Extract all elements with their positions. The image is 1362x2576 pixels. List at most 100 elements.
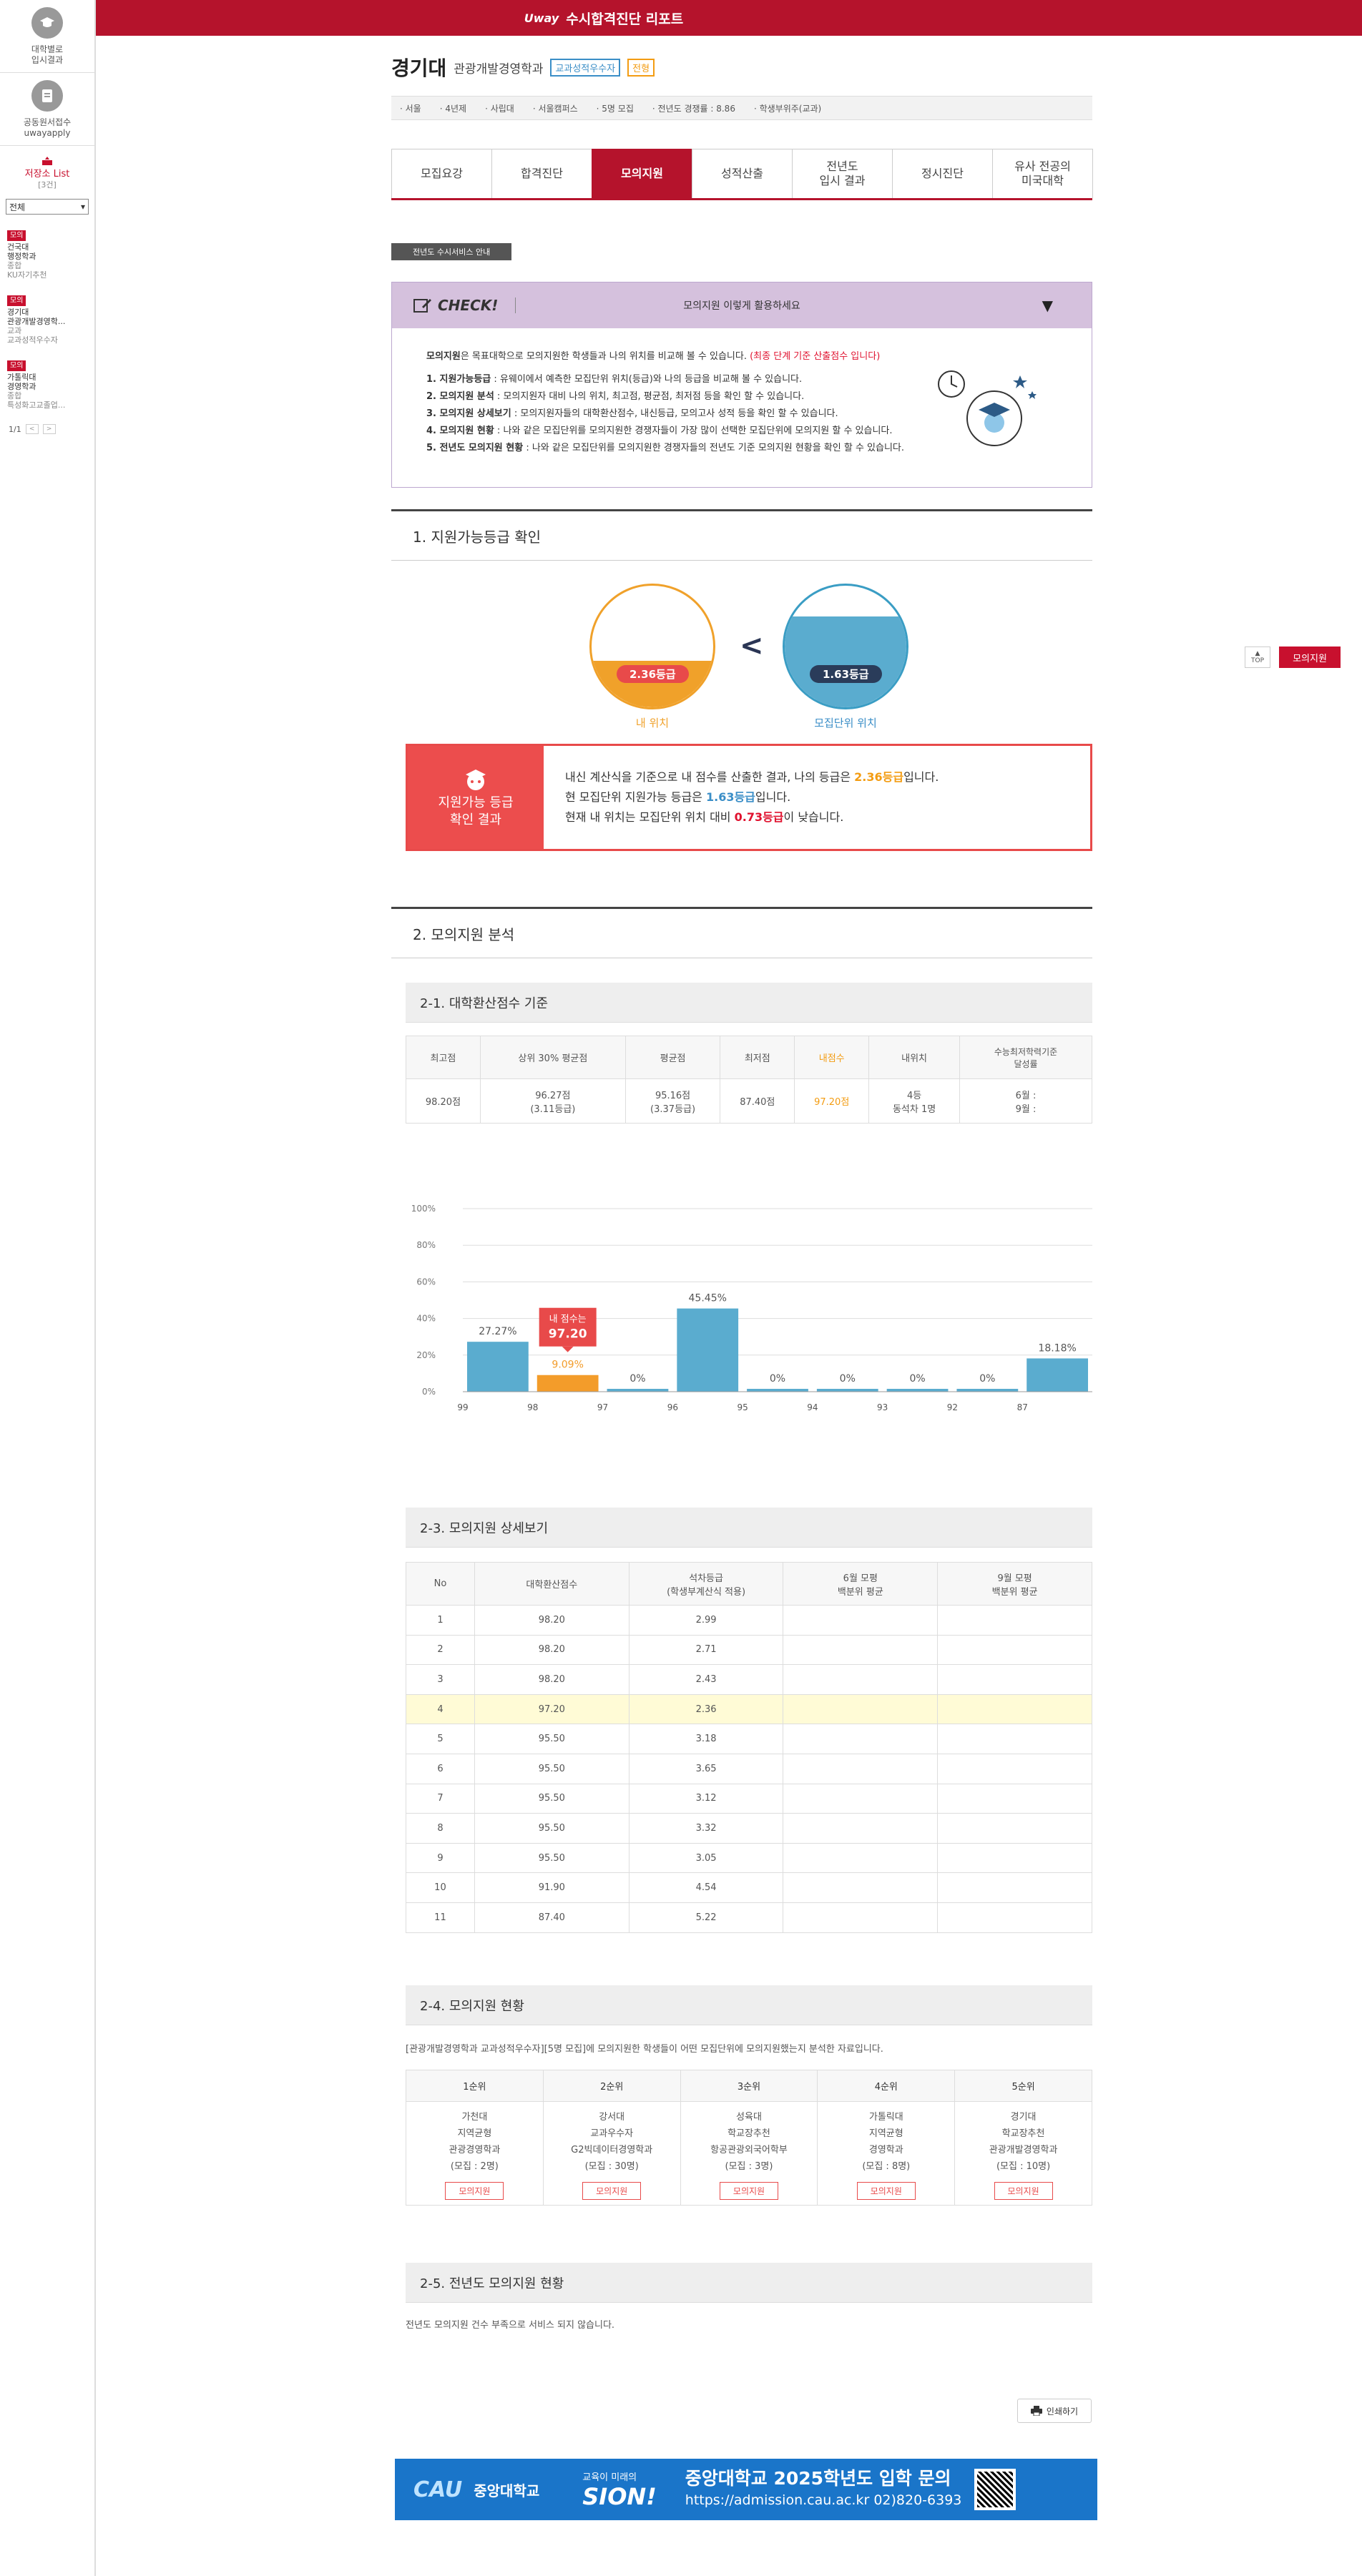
bar-value-label: 0% — [979, 1373, 995, 1385]
my-position-label: 내 위치 — [635, 717, 670, 729]
result-title-2: 확인 결과 — [450, 812, 501, 827]
entry-univ: 경기대 — [7, 308, 29, 317]
save-entry[interactable]: 모의 가톨릭대 경영학과 종합 특성화고교졸업... — [7, 360, 87, 410]
bar — [467, 1342, 529, 1392]
bar-value-label: 0% — [629, 1373, 645, 1385]
entry-dept: 행정학과 — [7, 252, 36, 261]
uway-logo: Uway — [524, 11, 559, 25]
bar — [677, 1308, 739, 1392]
x-tick-label: 98 — [527, 1402, 538, 1412]
unit-position-fill — [785, 616, 906, 707]
sidebar-uwayapply[interactable]: 공동원서접수 uwayapply — [0, 73, 94, 146]
mock-apply-button[interactable]: 모의지원 — [856, 2182, 916, 2200]
tab-diagnosis[interactable]: 합격진단 — [491, 149, 592, 198]
detail-row: 7 95.50 3.12 — [406, 1783, 1092, 1814]
tab-mock-apply[interactable]: 모의지원 — [592, 149, 692, 198]
tab-regular[interactable]: 정시진단 — [892, 149, 993, 198]
detail-cell: 87.40 — [474, 1902, 629, 1933]
bar-value-label: 0% — [770, 1373, 785, 1385]
bar-value-label: 27.27% — [479, 1326, 516, 1337]
save-list: 저장소 List [3건] — [0, 146, 94, 190]
detail-header: 석차등급 (학생부계산식 적용) — [628, 1562, 784, 1606]
floating-mock-apply-button[interactable]: 모의지원 — [1279, 647, 1341, 668]
detail-cell: 2 — [406, 1634, 475, 1666]
scroll-top-button[interactable]: ▲ TOP — [1245, 647, 1270, 668]
detail-cell: 2.71 — [628, 1634, 784, 1666]
less-than-icon: < — [740, 629, 764, 662]
x-tick-label: 95 — [737, 1402, 748, 1412]
prev-mock-note: 전년도 모의지원 건수 부족으로 서비스 되지 않습니다. — [406, 2320, 615, 2331]
entry-univ: 가톨릭대 — [7, 373, 36, 382]
detail-cell — [783, 1753, 939, 1784]
rank-univ: 가천대 — [461, 2112, 488, 2123]
tab-prev-results[interactable]: 전년도 입시 결과 — [792, 149, 893, 198]
detail-cell — [783, 1902, 939, 1933]
check-item-text: : 나와 같은 모집단위를 모의지원한 경쟁자들이 가장 많이 선택한 모집단위… — [494, 426, 893, 436]
detail-row: 2 98.20 2.71 — [406, 1634, 1092, 1666]
detail-row: 1 98.20 2.99 — [406, 1605, 1092, 1636]
save-entry[interactable]: 모의 건국대 행정학과 종합 KU자기추천 — [7, 230, 87, 280]
next-page-button[interactable]: > — [42, 424, 56, 434]
mock-apply-button[interactable]: 모의지원 — [994, 2182, 1053, 2200]
rank-univ: 성육대 — [736, 2112, 762, 2123]
detail-cell: 95.50 — [474, 1783, 629, 1814]
bar — [956, 1389, 1019, 1392]
check-item-title: 5. 전년도 모의지원 현황 — [426, 443, 524, 453]
cau-ad-banner[interactable]: CAU 중앙대학교 교육이 미래의 SION! 중앙대학교 2025학년도 입학… — [395, 2459, 1097, 2520]
prev-service-button[interactable]: 전년도 수시서비스 안내 — [391, 243, 512, 260]
rank-quota: (모집 : 2명) — [450, 2161, 499, 2172]
tab-grade-calc[interactable]: 성적산출 — [692, 149, 793, 198]
sidebar-univ-results[interactable]: 대학별로 입시결과 — [0, 0, 94, 73]
detail-cell: 3.65 — [628, 1753, 784, 1784]
subsection-title: 2-4. 모의지원 현황 — [406, 1985, 1092, 2025]
detail-cell — [783, 1605, 939, 1636]
x-tick-label: 94 — [807, 1402, 818, 1412]
check-item-title: 4. 모의지원 현황 — [426, 426, 494, 436]
chevron-down-icon: ▾ — [80, 202, 85, 212]
bar — [816, 1389, 878, 1392]
mock-apply-button[interactable]: 모의지원 — [719, 2182, 779, 2200]
result-line: 입니다. — [903, 770, 939, 784]
entry-tag: 모의 — [7, 230, 26, 241]
mock-apply-button[interactable]: 모의지원 — [445, 2182, 504, 2200]
tab-guide[interactable]: 모집요강 — [391, 149, 492, 198]
detail-row: 3 98.20 2.43 — [406, 1664, 1092, 1695]
cau-logo: CAU — [413, 2477, 463, 2502]
save-filter-select[interactable]: 전체 ▾ — [6, 199, 89, 215]
score-value-mine: 97.20점 — [794, 1078, 870, 1124]
check-intro-bold: 모의지원 — [426, 351, 461, 362]
my-position-circle — [589, 584, 715, 709]
detail-cell: 95.50 — [474, 1813, 629, 1844]
tab-us-colleges[interactable]: 유사 전공의 미국대학 — [992, 149, 1093, 198]
result-line: 현 모집단위 지원가능 등급은 — [565, 790, 706, 804]
entry-track: 교과성적우수자 — [7, 335, 58, 345]
print-button[interactable]: 인쇄하기 — [1017, 2399, 1092, 2423]
tab-bar: 모집요강 합격진단 모의지원 성적산출 전년도 입시 결과 정시진단 유사 전공… — [391, 149, 1093, 200]
info-item: · 서울 — [400, 103, 421, 114]
track-badge: 교과성적우수자 — [550, 58, 621, 77]
entry-track: KU자기추천 — [7, 270, 47, 280]
y-tick-label: 60% — [416, 1277, 436, 1287]
mock-apply-button[interactable]: 모의지원 — [582, 2182, 642, 2200]
detail-cell — [783, 1813, 939, 1844]
my-grade-pill: 2.36등급 — [617, 665, 689, 683]
detail-header: 6월 모평 백분위 평균 — [783, 1562, 939, 1606]
box-icon — [42, 157, 52, 165]
bar-value-label: 0% — [909, 1373, 925, 1385]
detail-cell: 91.90 — [474, 1872, 629, 1903]
bar — [607, 1389, 669, 1392]
check-intro: 은 목표대학으로 모의지원한 학생들과 나의 위치를 비교해 볼 수 있습니다. — [460, 351, 747, 362]
detail-row: 8 95.50 3.32 — [406, 1813, 1092, 1844]
detail-cell: 2.99 — [628, 1605, 784, 1636]
rank-dept: 경영학과 — [868, 2145, 903, 2155]
save-entry[interactable]: 모의 경기대 관광개발경영학... 교과 교과성적우수자 — [7, 295, 87, 345]
bar-value-label: 0% — [840, 1373, 856, 1385]
info-bar: · 서울 · 4년제 · 사립대 · 서울캠퍼스 · 5명 모집 · 전년도 경… — [391, 96, 1092, 120]
check-header[interactable]: CHECK! 모의지원 이렇게 활용하세요 ▼ — [392, 282, 1092, 328]
info-item: · 5명 모집 — [596, 103, 634, 114]
prev-page-button[interactable]: < — [25, 424, 39, 434]
save-list-title: 저장소 List — [24, 169, 70, 180]
check-item-title: 2. 모의지원 분석 — [426, 391, 494, 402]
detail-cell: 3 — [406, 1664, 475, 1695]
detail-row: 9 95.50 3.05 — [406, 1842, 1092, 1874]
